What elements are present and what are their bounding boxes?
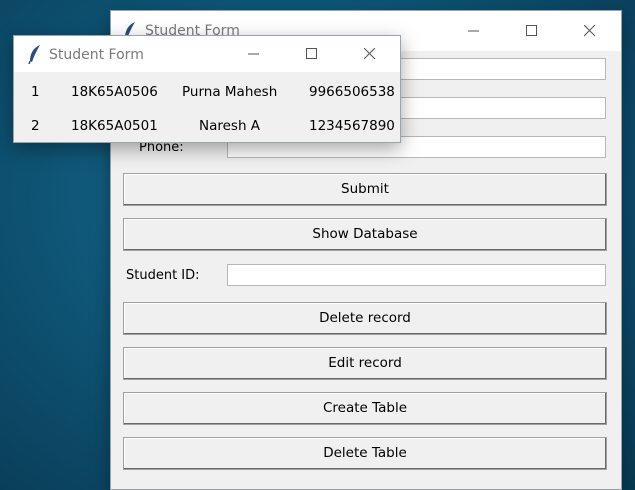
minimize-icon	[248, 53, 259, 55]
title-bar[interactable]: Student Form	[14, 36, 400, 72]
student-id-label: Student ID:	[126, 268, 200, 283]
database-window: Student Form 1 18K65A0506 Purna Mahesh 9…	[13, 35, 401, 143]
student-id-cell: 18K65A0501	[71, 118, 158, 134]
phone-cell: 9966506538	[309, 84, 395, 100]
close-button[interactable]	[347, 36, 393, 72]
maximize-button[interactable]	[289, 36, 335, 72]
row-number: 2	[31, 118, 40, 134]
window-title: Student Form	[49, 47, 144, 63]
student-name-cell: Purna Mahesh	[182, 84, 278, 100]
close-icon	[584, 25, 596, 37]
student-id-field[interactable]	[227, 264, 606, 286]
minimize-button[interactable]	[451, 11, 497, 51]
desktop: { "main_window": { "title": "Student For…	[0, 0, 635, 490]
row-number: 1	[31, 84, 40, 100]
phone-cell: 1234567890	[309, 118, 395, 134]
minimize-button[interactable]	[231, 36, 277, 72]
student-name-cell: Naresh A	[199, 118, 261, 134]
create-table-button[interactable]: Create Table	[123, 392, 607, 425]
edit-record-button[interactable]: Edit record	[123, 347, 607, 380]
maximize-button[interactable]	[509, 11, 555, 51]
minimize-icon	[468, 30, 479, 32]
close-button[interactable]	[567, 11, 613, 51]
maximize-icon	[526, 25, 537, 36]
maximize-icon	[306, 48, 317, 59]
close-icon	[364, 48, 376, 60]
delete-table-button[interactable]: Delete Table	[123, 437, 607, 470]
show-database-button[interactable]: Show Database	[123, 218, 607, 251]
submit-button[interactable]: Submit	[123, 173, 607, 206]
delete-record-button[interactable]: Delete record	[123, 302, 607, 335]
feather-icon	[28, 45, 40, 64]
student-id-cell: 18K65A0506	[71, 84, 158, 100]
